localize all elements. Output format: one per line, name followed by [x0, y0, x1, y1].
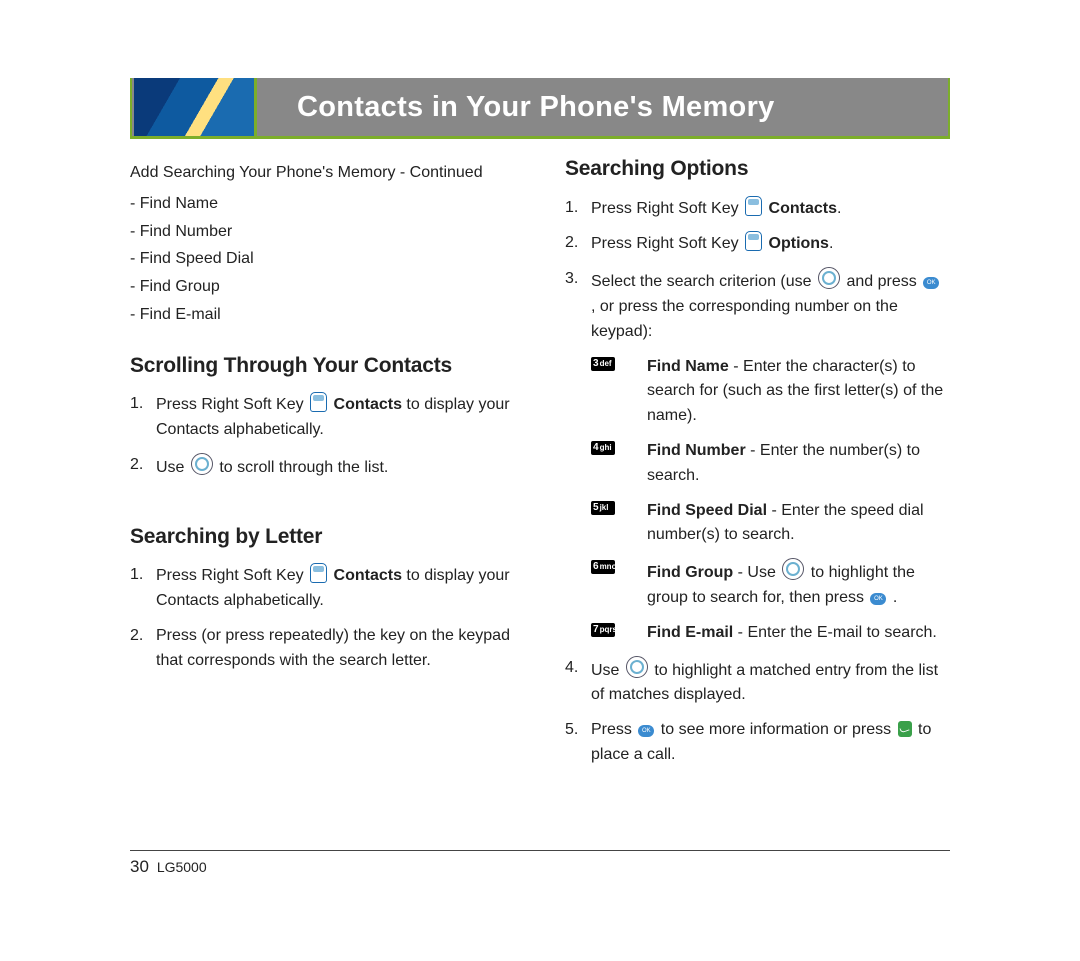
text: .	[837, 200, 841, 217]
keypad-option: 4ghi Find Number - Enter the number(s) t…	[619, 439, 950, 489]
nav-ring-icon	[782, 558, 804, 580]
bold-label: Find Name	[647, 358, 729, 375]
scrolling-steps: Press Right Soft Key Contacts to display…	[130, 392, 515, 480]
nav-ring-icon	[626, 656, 648, 678]
page-footer: 30 LG5000	[130, 850, 950, 877]
text: .	[829, 235, 833, 252]
bold-label: Find Speed Dial	[647, 502, 767, 519]
step: Press Right Soft Key Contacts to display…	[130, 563, 515, 614]
intro-line: Add Searching Your Phone's Memory - Cont…	[130, 161, 515, 186]
subhead-search-letter: Searching by Letter	[130, 521, 515, 554]
page-banner: Contacts in Your Phone's Memory	[130, 78, 950, 139]
text: Press	[591, 721, 636, 738]
keypad-option: 7pqrs Find E-mail - Enter the E-mail to …	[619, 621, 950, 646]
text: .	[893, 589, 897, 606]
bold-label: Options	[769, 235, 829, 252]
ok-key-icon	[923, 277, 939, 289]
text: Press Right Soft Key	[591, 200, 743, 217]
bold-label: Contacts	[769, 200, 837, 217]
keypad-3-icon: 3def	[591, 357, 615, 371]
text: Select the search criterion (use	[591, 273, 816, 290]
text: Press Right Soft Key	[156, 567, 308, 584]
send-key-icon	[898, 721, 912, 737]
model-number: LG5000	[157, 859, 207, 875]
find-options-list: - Find Name - Find Number - Find Speed D…	[130, 192, 515, 328]
subhead-searching-options: Searching Options	[565, 153, 950, 186]
keypad-option: 3def Find Name - Enter the character(s) …	[619, 355, 950, 429]
keypad-7-icon: 7pqrs	[591, 623, 615, 637]
banner-decorative-image	[134, 78, 257, 136]
content-columns: Add Searching Your Phone's Memory - Cont…	[130, 139, 950, 778]
text: Use	[156, 459, 189, 476]
softkey-icon	[745, 196, 762, 216]
step: Press Right Soft Key Contacts.	[565, 196, 950, 222]
text: to see more information or press	[661, 721, 896, 738]
keypad-4-icon: 4ghi	[591, 441, 615, 455]
list-item: - Find Name	[130, 192, 515, 217]
text: Press Right Soft Key	[591, 235, 743, 252]
bold-label: Find E-mail	[647, 624, 733, 641]
bold-label: Contacts	[334, 567, 402, 584]
left-column: Add Searching Your Phone's Memory - Cont…	[130, 153, 525, 778]
step: Press Right Soft Key Contacts to display…	[130, 392, 515, 443]
bold-label: Find Group	[647, 564, 733, 581]
manual-page: Contacts in Your Phone's Memory Add Sear…	[0, 78, 1080, 961]
text: and press	[846, 273, 921, 290]
bold-label: Find Number	[647, 442, 746, 459]
ok-key-icon	[870, 593, 886, 605]
step: Press (or press repeatedly) the key on t…	[130, 624, 515, 674]
nav-ring-icon	[191, 453, 213, 475]
ok-key-icon	[638, 725, 654, 737]
keypad-option: 5jkl Find Speed Dial - Enter the speed d…	[619, 499, 950, 549]
keypad-5-icon: 5jkl	[591, 501, 615, 515]
text: - Use	[738, 564, 781, 581]
list-item: - Find Speed Dial	[130, 247, 515, 272]
searching-options-steps: Press Right Soft Key Contacts. Press Rig…	[565, 196, 950, 768]
text: - Enter the E-mail to search.	[733, 624, 937, 641]
softkey-icon	[310, 563, 327, 583]
text: Use	[591, 662, 624, 679]
text: Press Right Soft Key	[156, 396, 308, 413]
bold-label: Contacts	[334, 396, 402, 413]
page-title: Contacts in Your Phone's Memory	[297, 91, 775, 124]
list-item: - Find Number	[130, 220, 515, 245]
search-letter-steps: Press Right Soft Key Contacts to display…	[130, 563, 515, 673]
keypad-option: 6mno Find Group - Use to highlight the g…	[619, 558, 950, 611]
text: , or press the corresponding number on t…	[591, 298, 898, 340]
keypad-6-icon: 6mno	[591, 560, 615, 574]
text: to scroll through the list.	[219, 459, 388, 476]
step: Press to see more information or press t…	[565, 718, 950, 768]
list-item: - Find Group	[130, 275, 515, 300]
step: Use to scroll through the list.	[130, 453, 515, 481]
step: Use to highlight a matched entry from th…	[565, 656, 950, 709]
step: Select the search criterion (use and pre…	[565, 267, 950, 645]
subhead-scrolling: Scrolling Through Your Contacts	[130, 350, 515, 383]
right-column: Searching Options Press Right Soft Key C…	[555, 153, 950, 778]
page-number: 30	[130, 857, 149, 876]
list-item: - Find E-mail	[130, 303, 515, 328]
step: Press Right Soft Key Options.	[565, 231, 950, 257]
nav-ring-icon	[818, 267, 840, 289]
softkey-icon	[745, 231, 762, 251]
softkey-icon	[310, 392, 327, 412]
